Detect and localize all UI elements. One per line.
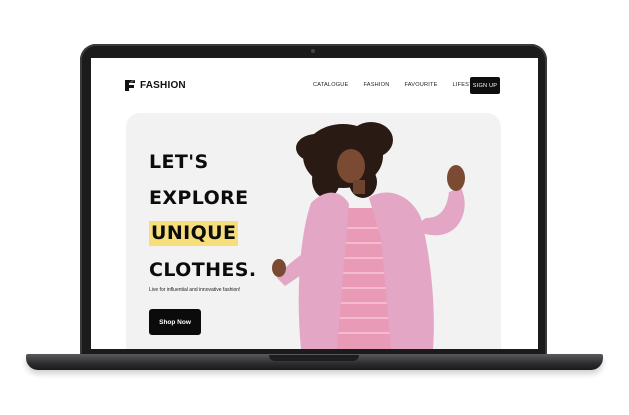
laptop-notch xyxy=(269,355,359,361)
nav-link-favourite[interactable]: FAVOURITE xyxy=(404,82,437,88)
nav-link-fashion[interactable]: FASHION xyxy=(363,82,389,88)
nav-links: CATALOGUE FASHION FAVOURITE LIFESTYLE xyxy=(313,82,484,88)
navbar: FASHION CATALOGUE FASHION FAVOURITE LIFE… xyxy=(91,58,538,114)
tagline: Live for influential and innovative fash… xyxy=(149,287,241,293)
sign-up-button[interactable]: SIGN UP xyxy=(470,77,500,94)
laptop-screen: FASHION CATALOGUE FASHION FAVOURITE LIFE… xyxy=(91,58,538,349)
headline-line-4: CLOTHES. xyxy=(149,259,257,281)
highlighted-word: UNIQUE xyxy=(149,221,239,246)
model-neck xyxy=(353,180,365,194)
brand[interactable]: FASHION xyxy=(124,79,186,92)
model-hand-left xyxy=(272,259,286,277)
headline-line-2: EXPLORE xyxy=(149,187,249,209)
nav-link-catalogue[interactable]: CATALOGUE xyxy=(313,82,348,88)
brand-name: FASHION xyxy=(140,80,186,91)
camera-dot xyxy=(311,49,315,53)
fashion-logo-icon xyxy=(125,80,135,91)
shop-now-button[interactable]: Shop Now xyxy=(149,309,201,335)
headline-line-3: UNIQUE xyxy=(149,221,239,246)
headline-line-1: LET'S xyxy=(149,151,209,173)
model-arm-right xyxy=(411,188,465,236)
model-hand-right xyxy=(447,165,465,191)
model-photo xyxy=(272,122,465,349)
model-face xyxy=(337,149,365,183)
